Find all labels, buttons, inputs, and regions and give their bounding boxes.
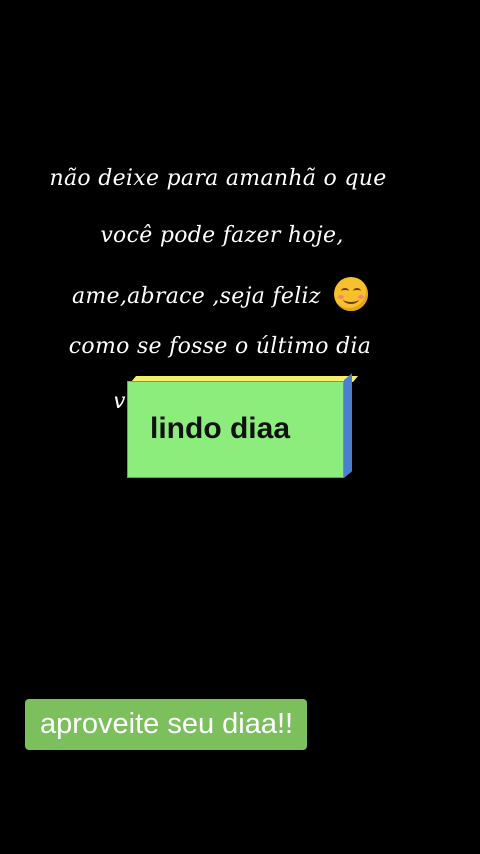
quote-line-3: ame,abrace ,seja feliz	[0, 277, 460, 311]
quote-line-2-text: você pode fazer hoje,	[100, 223, 344, 248]
quote-line-5-text: v	[115, 389, 125, 414]
caption-banner: aproveite seu diaa!!	[25, 699, 308, 750]
quote-line-4: como se fosse o último dia	[0, 334, 460, 359]
quote-line-1-text: não deixe para amanhã o que	[49, 166, 387, 191]
quote-line-2: você pode fazer hoje,	[0, 223, 462, 248]
caption-text: aproveite seu diaa!!	[40, 708, 294, 740]
sticker-card-side-edge	[344, 373, 352, 478]
sticker-card: lindo diaa	[127, 373, 359, 478]
sticker-card-face: lindo diaa	[127, 381, 344, 478]
sticker-card-label: lindo diaa	[150, 412, 291, 445]
video-frame: não deixe para amanhã o que você pode fa…	[0, 0, 480, 854]
quote-line-1: não deixe para amanhã o que	[0, 166, 458, 191]
smiling-face-with-blush-icon	[334, 277, 369, 311]
quote-line-3-text: ame,abrace ,seja feliz	[71, 284, 321, 309]
quote-line-4-text: como se fosse o último dia	[68, 334, 372, 359]
